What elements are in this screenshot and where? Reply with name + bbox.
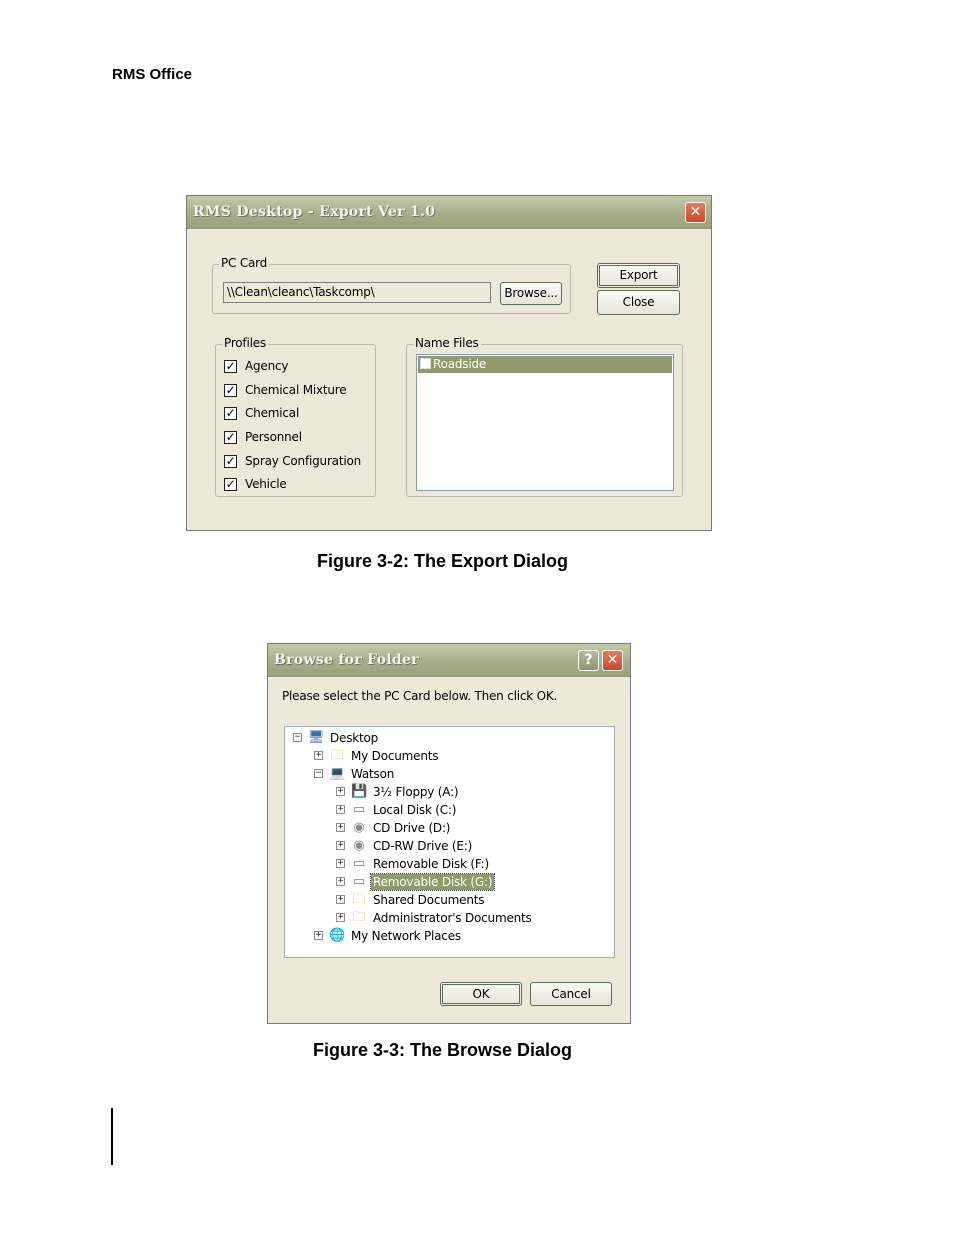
- cancel-button-label: Cancel: [551, 987, 591, 1001]
- close-window-button[interactable]: ✕: [602, 650, 623, 671]
- collapse-icon[interactable]: −: [314, 769, 323, 778]
- vehicle-checkbox[interactable]: ✓: [224, 478, 237, 491]
- close-window-button[interactable]: ✕: [685, 202, 706, 223]
- export-button[interactable]: Export: [597, 263, 680, 288]
- chemical-mixture-checkbox[interactable]: ✓: [224, 384, 237, 397]
- tree-label: Local Disk (C:): [373, 803, 457, 817]
- tree-label: Administrator's Documents: [373, 911, 532, 925]
- expand-icon[interactable]: +: [314, 931, 323, 940]
- help-button[interactable]: ?: [578, 650, 599, 671]
- browse-dialog-title: Browse for Folder: [274, 652, 419, 668]
- expand-icon[interactable]: +: [336, 823, 345, 832]
- question-mark-icon: ?: [584, 652, 593, 668]
- network-icon: 🌐: [329, 928, 345, 943]
- cancel-button[interactable]: Cancel: [530, 982, 612, 1006]
- tree-label: Watson: [351, 767, 395, 781]
- collapse-icon[interactable]: −: [293, 733, 302, 742]
- pc-card-path-value: \\Clean\cleanc\Taskcomp\: [227, 285, 375, 299]
- folder-tree[interactable]: − 🖥 Desktop + 🗀 My Documents − 💻 Watson …: [284, 726, 615, 958]
- browse-button-label: Browse...: [504, 286, 558, 300]
- browse-dialog: Browse for Folder ? ✕ Please select the …: [267, 643, 631, 1024]
- name-files-group: Name Files Roadside: [406, 336, 683, 497]
- spray-configuration-label: Spray Configuration: [245, 454, 362, 468]
- close-icon: ✕: [606, 652, 619, 668]
- expand-icon[interactable]: +: [314, 751, 323, 760]
- expand-icon[interactable]: +: [336, 841, 345, 850]
- tree-label: Removable Disk (F:): [373, 857, 489, 871]
- tree-label: Shared Documents: [373, 893, 485, 907]
- expand-icon[interactable]: +: [336, 895, 345, 904]
- browse-titlebar[interactable]: Browse for Folder ? ✕: [268, 644, 630, 677]
- chemical-checkbox[interactable]: ✓: [224, 407, 237, 420]
- removable-disk-icon: ▭: [352, 874, 366, 889]
- export-titlebar[interactable]: RMS Desktop - Export Ver 1.0 ✕: [187, 196, 711, 229]
- folder-icon: 🗀: [352, 910, 366, 925]
- ok-button-label: OK: [472, 987, 490, 1001]
- tree-label: My Network Places: [351, 929, 461, 943]
- pc-card-path-field[interactable]: \\Clean\cleanc\Taskcomp\: [223, 282, 491, 303]
- figure-caption-export: Figure 3-2: The Export Dialog: [317, 551, 569, 571]
- name-files-legend: Name Files: [413, 336, 481, 350]
- page-header: RMS Office: [112, 66, 193, 83]
- margin-rule: [111, 1108, 113, 1165]
- browse-button[interactable]: Browse...: [500, 282, 562, 305]
- expand-icon[interactable]: +: [336, 913, 345, 922]
- tree-label: CD-RW Drive (E:): [373, 839, 473, 853]
- folder-icon: 🗀: [330, 748, 344, 763]
- pc-card-group: PC Card \\Clean\cleanc\Taskcomp\ Browse.…: [212, 256, 571, 314]
- agency-label: Agency: [245, 359, 289, 373]
- tree-label: My Documents: [351, 749, 439, 763]
- close-button-label: Close: [622, 295, 655, 309]
- expand-icon[interactable]: +: [336, 877, 345, 886]
- spray-configuration-checkbox[interactable]: ✓: [224, 455, 237, 468]
- cd-drive-icon: ◉: [353, 838, 365, 853]
- expand-icon[interactable]: +: [336, 787, 345, 796]
- close-icon: ✕: [689, 204, 702, 220]
- tree-label: Desktop: [330, 731, 379, 745]
- name-files-list[interactable]: Roadside: [416, 354, 674, 491]
- pc-card-legend: PC Card: [219, 256, 270, 270]
- desktop-icon: 🖥: [307, 730, 325, 745]
- computer-icon: 💻: [329, 766, 345, 781]
- export-dialog: RMS Desktop - Export Ver 1.0 ✕ PC Card \…: [186, 195, 712, 531]
- chemical-label: Chemical: [245, 406, 300, 420]
- expand-icon[interactable]: +: [336, 805, 345, 814]
- hard-disk-icon: ▭: [352, 802, 366, 817]
- agency-checkbox[interactable]: ✓: [224, 360, 237, 373]
- profiles-legend: Profiles: [222, 336, 268, 350]
- tree-label: CD Drive (D:): [373, 821, 451, 835]
- export-dialog-title: RMS Desktop - Export Ver 1.0: [193, 204, 436, 220]
- personnel-checkbox[interactable]: ✓: [224, 431, 237, 444]
- list-item[interactable]: Roadside: [418, 356, 672, 373]
- personnel-label: Personnel: [245, 430, 302, 444]
- removable-disk-icon: ▭: [352, 856, 366, 871]
- chemical-mixture-label: Chemical Mixture: [245, 383, 347, 397]
- roadside-checkbox[interactable]: [420, 358, 431, 369]
- close-button[interactable]: Close: [597, 290, 680, 315]
- ok-button[interactable]: OK: [440, 982, 522, 1006]
- tree-label: Removable Disk (G:): [369, 873, 496, 891]
- expand-icon[interactable]: +: [336, 859, 345, 868]
- browse-instruction: Please select the PC Card below. Then cl…: [282, 689, 558, 703]
- floppy-icon: 💾: [351, 784, 367, 799]
- cd-drive-icon: ◉: [353, 820, 365, 835]
- roadside-label: Roadside: [433, 357, 487, 371]
- vehicle-label: Vehicle: [245, 477, 287, 491]
- export-button-label: Export: [619, 268, 658, 282]
- profiles-group: Profiles ✓ Agency ✓ Chemical Mixture ✓ C…: [215, 336, 376, 497]
- folder-icon: 🗀: [352, 892, 366, 907]
- figure-caption-browse: Figure 3-3: The Browse Dialog: [313, 1040, 573, 1060]
- tree-label: 3½ Floppy (A:): [373, 785, 459, 799]
